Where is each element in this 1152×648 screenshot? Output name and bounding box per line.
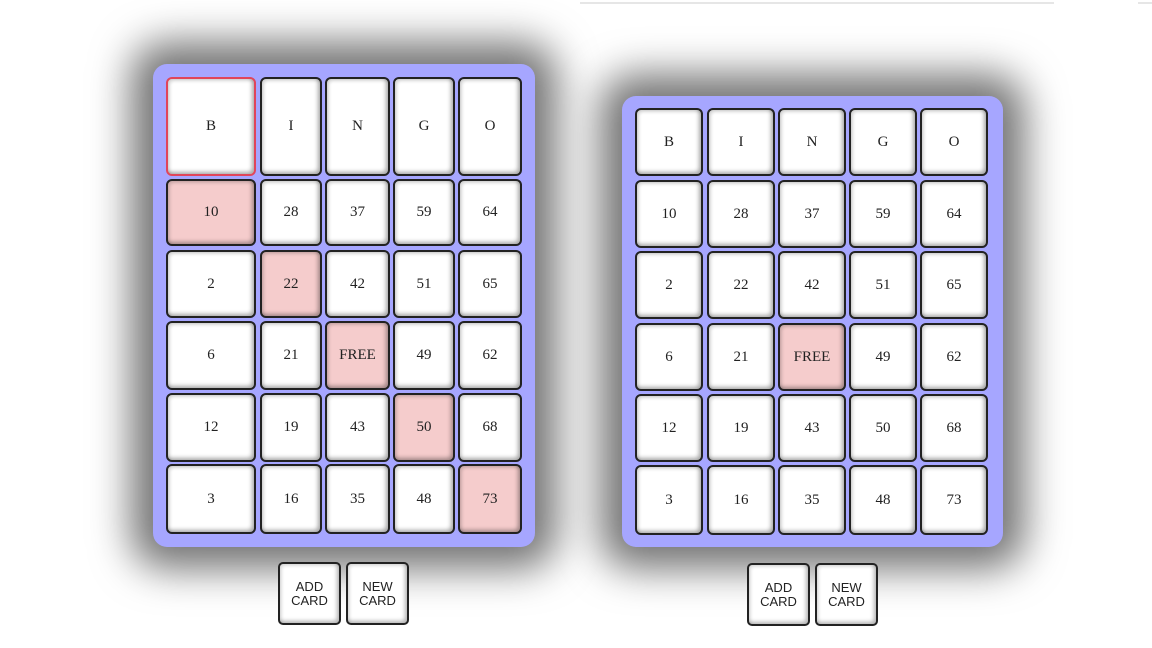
bingo-cell-b-row-1[interactable]: 10 <box>166 179 256 246</box>
bingo-cell-b-row-1[interactable]: 10 <box>635 180 703 248</box>
bingo-cell-n-row-5[interactable]: 35 <box>325 464 390 534</box>
bingo-cell-i-row-3[interactable]: 21 <box>260 321 322 390</box>
bingo-card-2: B I N G O 10 28 37 59 64 2 22 42 51 65 6 21 FREE 49 62 12 19 4… <box>622 96 1003 547</box>
bingo-cell-o-row-1[interactable]: 64 <box>458 179 522 246</box>
header-cell-o[interactable]: O <box>458 77 522 176</box>
bingo-cell-b-row-2[interactable]: 2 <box>166 250 256 318</box>
bingo-cell-n-row-3[interactable]: FREE <box>325 321 390 390</box>
bingo-cell-i-row-1[interactable]: 28 <box>707 180 775 248</box>
bingo-cell-b-row-3[interactable]: 6 <box>635 323 703 391</box>
bingo-cell-g-row-5[interactable]: 48 <box>393 464 455 534</box>
bingo-cell-o-row-4[interactable]: 68 <box>458 393 522 462</box>
bingo-cell-n-row-4[interactable]: 43 <box>325 393 390 462</box>
header-cell-i[interactable]: I <box>260 77 322 176</box>
bingo-cell-i-row-4[interactable]: 19 <box>260 393 322 462</box>
bingo-cell-b-row-5[interactable]: 3 <box>635 465 703 535</box>
bingo-cell-o-row-5[interactable]: 73 <box>458 464 522 534</box>
bingo-cell-b-row-4[interactable]: 12 <box>635 394 703 462</box>
bingo-cell-i-row-1[interactable]: 28 <box>260 179 322 246</box>
bingo-card-1: B I N G O 10 28 37 59 64 2 22 42 51 65 6 21 FREE 49 62 12 19 4… <box>153 64 535 547</box>
bingo-cell-g-row-4[interactable]: 50 <box>393 393 455 462</box>
bingo-cell-g-row-1[interactable]: 59 <box>849 180 917 248</box>
bingo-cell-b-row-5[interactable]: 3 <box>166 464 256 534</box>
top-divider-right <box>1138 2 1152 4</box>
top-divider <box>580 2 1054 4</box>
bingo-cell-g-row-5[interactable]: 48 <box>849 465 917 535</box>
bingo-cell-o-row-3[interactable]: 62 <box>458 321 522 390</box>
header-cell-o[interactable]: O <box>920 108 988 176</box>
bingo-cell-b-row-3[interactable]: 6 <box>166 321 256 390</box>
bingo-cell-n-row-1[interactable]: 37 <box>778 180 846 248</box>
bingo-cell-o-row-5[interactable]: 73 <box>920 465 988 535</box>
new-card-button-1[interactable]: NEW CARD <box>346 562 409 625</box>
bingo-cell-i-row-5[interactable]: 16 <box>260 464 322 534</box>
header-cell-b[interactable]: B <box>166 77 256 176</box>
bingo-cell-i-row-4[interactable]: 19 <box>707 394 775 462</box>
bingo-cell-b-row-2[interactable]: 2 <box>635 251 703 319</box>
header-cell-n[interactable]: N <box>778 108 846 176</box>
bingo-cell-o-row-3[interactable]: 62 <box>920 323 988 391</box>
bingo-cell-g-row-3[interactable]: 49 <box>849 323 917 391</box>
bingo-cell-g-row-3[interactable]: 49 <box>393 321 455 390</box>
bingo-cell-i-row-2[interactable]: 22 <box>707 251 775 319</box>
bingo-cell-n-row-2[interactable]: 42 <box>325 250 390 318</box>
bingo-cell-o-row-4[interactable]: 68 <box>920 394 988 462</box>
bingo-cell-g-row-2[interactable]: 51 <box>849 251 917 319</box>
bingo-cell-n-row-4[interactable]: 43 <box>778 394 846 462</box>
bingo-cell-n-row-1[interactable]: 37 <box>325 179 390 246</box>
new-card-button-2[interactable]: NEW CARD <box>815 563 878 626</box>
header-cell-g[interactable]: G <box>393 77 455 176</box>
bingo-cell-i-row-2[interactable]: 22 <box>260 250 322 318</box>
header-cell-b[interactable]: B <box>635 108 703 176</box>
header-cell-i[interactable]: I <box>707 108 775 176</box>
bingo-cell-g-row-1[interactable]: 59 <box>393 179 455 246</box>
bingo-cell-o-row-2[interactable]: 65 <box>458 250 522 318</box>
bingo-cell-n-row-2[interactable]: 42 <box>778 251 846 319</box>
bingo-cell-b-row-4[interactable]: 12 <box>166 393 256 462</box>
add-card-button-1[interactable]: ADD CARD <box>278 562 341 625</box>
header-cell-n[interactable]: N <box>325 77 390 176</box>
bingo-cell-i-row-5[interactable]: 16 <box>707 465 775 535</box>
bingo-cell-o-row-1[interactable]: 64 <box>920 180 988 248</box>
bingo-cell-g-row-2[interactable]: 51 <box>393 250 455 318</box>
bingo-cell-g-row-4[interactable]: 50 <box>849 394 917 462</box>
bingo-cell-n-row-5[interactable]: 35 <box>778 465 846 535</box>
add-card-button-2[interactable]: ADD CARD <box>747 563 810 626</box>
header-cell-g[interactable]: G <box>849 108 917 176</box>
bingo-cell-n-row-3[interactable]: FREE <box>778 323 846 391</box>
bingo-cell-i-row-3[interactable]: 21 <box>707 323 775 391</box>
bingo-cell-o-row-2[interactable]: 65 <box>920 251 988 319</box>
